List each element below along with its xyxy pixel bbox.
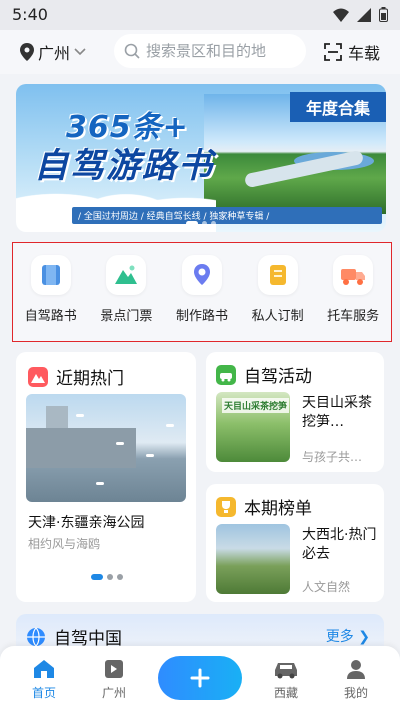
truck-icon (333, 255, 374, 295)
hot-mountain-icon (28, 366, 48, 387)
quick-item-label: 制作路书 (175, 309, 228, 324)
hot-place-name: 天津·东疆亲海公园 (28, 515, 145, 531)
car-mode-button[interactable]: 车载 (324, 40, 380, 64)
search-input[interactable] (146, 42, 296, 60)
quick-item-label: 托车服务 (327, 309, 380, 324)
search-icon (124, 43, 140, 59)
ranking-thumbnail (216, 524, 290, 594)
nav-mine[interactable]: 我的 (326, 658, 386, 701)
hot-card-header: 近期热门 (28, 364, 124, 389)
nav-tibet-label: 西藏 (273, 686, 298, 700)
quick-item-make-roadbook[interactable]: 制作路书 (167, 255, 237, 324)
search-bar[interactable] (114, 34, 306, 68)
location-person-icon (181, 255, 222, 295)
user-icon (347, 660, 365, 679)
banner-title-line2: 自驾游路书 (34, 146, 214, 186)
banner-pagination (186, 221, 216, 226)
hot-place-sub: 相约风与海鸥 (28, 537, 101, 551)
quick-item-car-service[interactable]: 托车服务 (318, 255, 388, 324)
activity-thumb-text: 天目山采茶挖笋 (222, 398, 290, 413)
home-icon (34, 660, 54, 678)
city-label: 广州 (38, 44, 71, 63)
globe-icon (27, 627, 45, 646)
scan-frame-icon (324, 43, 342, 61)
car-mode-label: 车载 (348, 44, 381, 63)
hot-image (26, 394, 186, 502)
car-icon (275, 663, 297, 679)
activity-item-title: 天目山采茶挖笋… (302, 395, 372, 430)
quick-item-roadbook[interactable]: 自驾路书 (16, 255, 86, 324)
city-selector[interactable]: 广州 (20, 40, 86, 64)
wifi-icon (333, 8, 349, 22)
trophy-icon (216, 496, 236, 517)
status-icons (333, 7, 388, 22)
activity-card-title: 自驾活动 (244, 367, 312, 387)
add-button[interactable] (158, 656, 242, 700)
car-badge-icon (216, 364, 236, 385)
nav-home[interactable]: 首页 (14, 658, 74, 701)
battery-icon (379, 7, 388, 22)
nav-city-label: 广州 (101, 686, 126, 700)
hot-pagination (91, 574, 123, 580)
hot-card-title: 近期热门 (56, 369, 124, 389)
location-pin-icon (20, 43, 34, 61)
document-icon (257, 255, 298, 295)
ranking-item-title: 大西北·热门必去 (302, 527, 377, 562)
activity-card-header: 自驾活动 (216, 362, 312, 387)
ranking-card-header: 本期榜单 (216, 494, 312, 519)
top-bar: 广州 车载 (0, 30, 400, 74)
ranking-card-title: 本期榜单 (244, 499, 312, 519)
quick-item-label: 自驾路书 (24, 309, 77, 324)
activity-item-sub: 与孩子共… (302, 450, 363, 464)
quick-item-label: 私人订制 (251, 309, 304, 324)
banner-subtitle: / 全国过村周边 / 经典自驾长线 / 独家种草专辑 / (72, 207, 382, 224)
map-icon (105, 660, 123, 678)
quick-item-custom[interactable]: 私人订制 (243, 255, 313, 324)
more-link[interactable]: 更多 ❯ (326, 626, 370, 646)
status-time: 5:40 (12, 5, 48, 24)
nav-city[interactable]: 广州 (84, 658, 144, 701)
promo-banner[interactable]: 365条+ 自驾游路书 年度合集 / 全国过村周边 / 经典自驾长线 / 独家种… (16, 84, 386, 232)
nav-home-label: 首页 (31, 686, 56, 700)
ranking-item-sub: 人文自然 (302, 580, 351, 594)
activity-thumbnail: 天目山采茶挖笋 (216, 392, 290, 462)
activity-card[interactable]: 自驾活动 天目山采茶挖笋 天目山采茶挖笋… 与孩子共… (206, 352, 384, 472)
nav-tibet[interactable]: 西藏 (256, 658, 316, 701)
chevron-down-icon (74, 48, 86, 56)
nav-mine-label: 我的 (343, 686, 368, 700)
bottom-nav: 首页 广州 西藏 我的 (0, 646, 400, 711)
banner-badge: 年度合集 (290, 92, 386, 122)
quick-item-label: 景点门票 (100, 309, 153, 324)
book-icon (30, 255, 71, 295)
status-bar: 5:40 (0, 0, 400, 30)
signal-icon (357, 7, 371, 22)
hot-card[interactable]: 近期热门 天津·东疆亲海公园 相约风与海鸥 (16, 352, 196, 602)
ranking-card[interactable]: 本期榜单 大西北·热门必去 人文自然 (206, 484, 384, 602)
quick-item-tickets[interactable]: 景点门票 (91, 255, 161, 324)
quick-entry-row: 自驾路书 景点门票 制作路书 私人订制 托车服务 (12, 242, 392, 342)
plus-icon (190, 668, 210, 688)
mountain-icon (106, 255, 147, 295)
